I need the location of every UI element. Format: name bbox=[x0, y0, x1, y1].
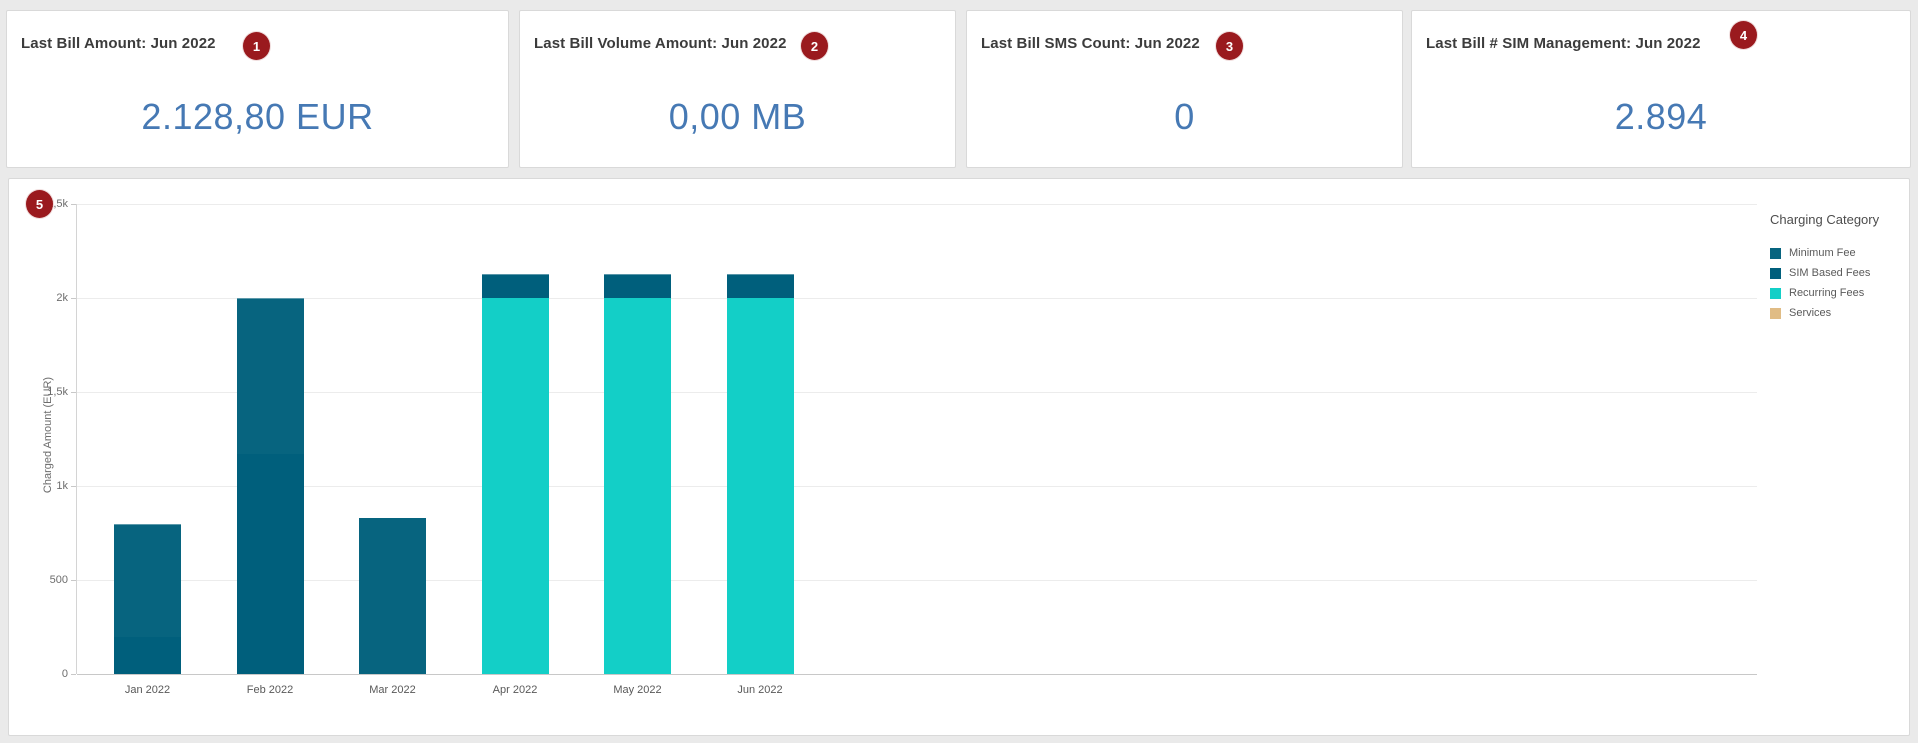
kpi-card-last-bill-sim-management: Last Bill # SIM Management: Jun 2022 4 2… bbox=[1411, 10, 1911, 168]
legend-label: Recurring Fees bbox=[1789, 287, 1864, 299]
gridline bbox=[77, 486, 1757, 487]
legend-swatch bbox=[1770, 288, 1781, 299]
y-axis-tick-label: 1k bbox=[24, 480, 68, 492]
annotation-badge-5: 5 bbox=[26, 190, 53, 218]
legend-item-services[interactable]: Services bbox=[1770, 303, 1908, 323]
x-axis-label: Jun 2022 bbox=[715, 684, 805, 696]
kpi-row: Last Bill Amount: Jun 2022 1 2.128,80 EU… bbox=[6, 10, 1911, 168]
bar-segment-jan-2022-sim-based-fees[interactable] bbox=[114, 637, 181, 674]
bar-segment-may-2022-sim-based-fees[interactable] bbox=[604, 274, 671, 298]
bar-segment-jun-2022-sim-based-fees[interactable] bbox=[727, 274, 794, 298]
kpi-card-last-bill-amount: Last Bill Amount: Jun 2022 1 2.128,80 EU… bbox=[6, 10, 509, 168]
legend-item-minimum-fee[interactable]: Minimum Fee bbox=[1770, 243, 1908, 263]
y-axis-tick-label: 1,5k bbox=[24, 386, 68, 398]
kpi-value: 0 bbox=[967, 96, 1402, 138]
bar-segment-apr-2022-recurring-fees[interactable] bbox=[482, 298, 549, 674]
gridline bbox=[77, 298, 1757, 299]
x-axis-baseline bbox=[77, 674, 1757, 675]
y-axis-tick bbox=[71, 204, 76, 205]
gridline bbox=[77, 204, 1757, 205]
y-axis-tick bbox=[71, 298, 76, 299]
chart-legend: Charging Category Minimum Fee SIM Based F… bbox=[1770, 212, 1908, 323]
annotation-badge-1: 1 bbox=[243, 32, 270, 60]
annotation-badge-4: 4 bbox=[1730, 21, 1757, 49]
legend-title: Charging Category bbox=[1770, 212, 1908, 227]
x-axis-label: Jan 2022 bbox=[103, 684, 193, 696]
bar-segment-apr-2022-sim-based-fees[interactable] bbox=[482, 274, 549, 298]
kpi-title: Last Bill Amount: Jun 2022 bbox=[21, 35, 216, 52]
legend-item-recurring-fees[interactable]: Recurring Fees bbox=[1770, 283, 1908, 303]
legend-swatch bbox=[1770, 268, 1781, 279]
y-axis-tick-label: 2k bbox=[24, 292, 68, 304]
gridline bbox=[77, 580, 1757, 581]
bar-segment-may-2022-recurring-fees[interactable] bbox=[604, 298, 671, 674]
bar-segment-jan-2022-minimum-fee[interactable] bbox=[114, 524, 181, 638]
kpi-card-last-bill-volume: Last Bill Volume Amount: Jun 2022 2 0,00… bbox=[519, 10, 956, 168]
x-axis-label: Feb 2022 bbox=[225, 684, 315, 696]
legend-swatch bbox=[1770, 308, 1781, 319]
bar-segment-feb-2022-minimum-fee[interactable] bbox=[237, 298, 304, 454]
annotation-badge-3: 3 bbox=[1216, 32, 1243, 60]
kpi-title: Last Bill Volume Amount: Jun 2022 bbox=[534, 35, 787, 52]
bar-segment-jun-2022-recurring-fees[interactable] bbox=[727, 298, 794, 674]
kpi-title: Last Bill SMS Count: Jun 2022 bbox=[981, 35, 1200, 52]
x-axis-label: May 2022 bbox=[593, 684, 683, 696]
kpi-value: 2.894 bbox=[1412, 96, 1910, 138]
legend-swatch bbox=[1770, 248, 1781, 259]
legend-items: Minimum Fee SIM Based Fees Recurring Fees S… bbox=[1770, 243, 1908, 323]
y-axis-tick bbox=[71, 486, 76, 487]
plot-area: 05001k1,5k2k2,5kJan 2022Feb 2022Mar 2022… bbox=[76, 204, 1757, 674]
y-axis-tick bbox=[71, 674, 76, 675]
kpi-title: Last Bill # SIM Management: Jun 2022 bbox=[1426, 35, 1701, 52]
kpi-value: 2.128,80 EUR bbox=[7, 96, 508, 138]
legend-label: Services bbox=[1789, 307, 1831, 319]
legend-label: Minimum Fee bbox=[1789, 247, 1856, 259]
x-axis-label: Mar 2022 bbox=[348, 684, 438, 696]
y-axis-tick-label: 0 bbox=[24, 668, 68, 680]
y-axis-tick bbox=[71, 392, 76, 393]
kpi-card-last-bill-sms-count: Last Bill SMS Count: Jun 2022 3 0 bbox=[966, 10, 1403, 168]
y-axis-tick-label: 500 bbox=[24, 574, 68, 586]
kpi-value: 0,00 MB bbox=[520, 96, 955, 138]
legend-label: SIM Based Fees bbox=[1789, 267, 1870, 279]
bar-segment-feb-2022-sim-based-fees[interactable] bbox=[237, 454, 304, 674]
gridline bbox=[77, 392, 1757, 393]
annotation-badge-2: 2 bbox=[801, 32, 828, 60]
x-axis-label: Apr 2022 bbox=[470, 684, 560, 696]
y-axis-tick bbox=[71, 580, 76, 581]
dashboard: Last Bill Amount: Jun 2022 1 2.128,80 EU… bbox=[0, 0, 1918, 743]
bar-segment-mar-2022-minimum-fee[interactable] bbox=[359, 518, 426, 674]
legend-item-sim-based-fees[interactable]: SIM Based Fees bbox=[1770, 263, 1908, 283]
charged-amount-bar-chart-panel: 5 Charged Amount (EUR) 05001k1,5k2k2,5kJ… bbox=[8, 178, 1910, 736]
